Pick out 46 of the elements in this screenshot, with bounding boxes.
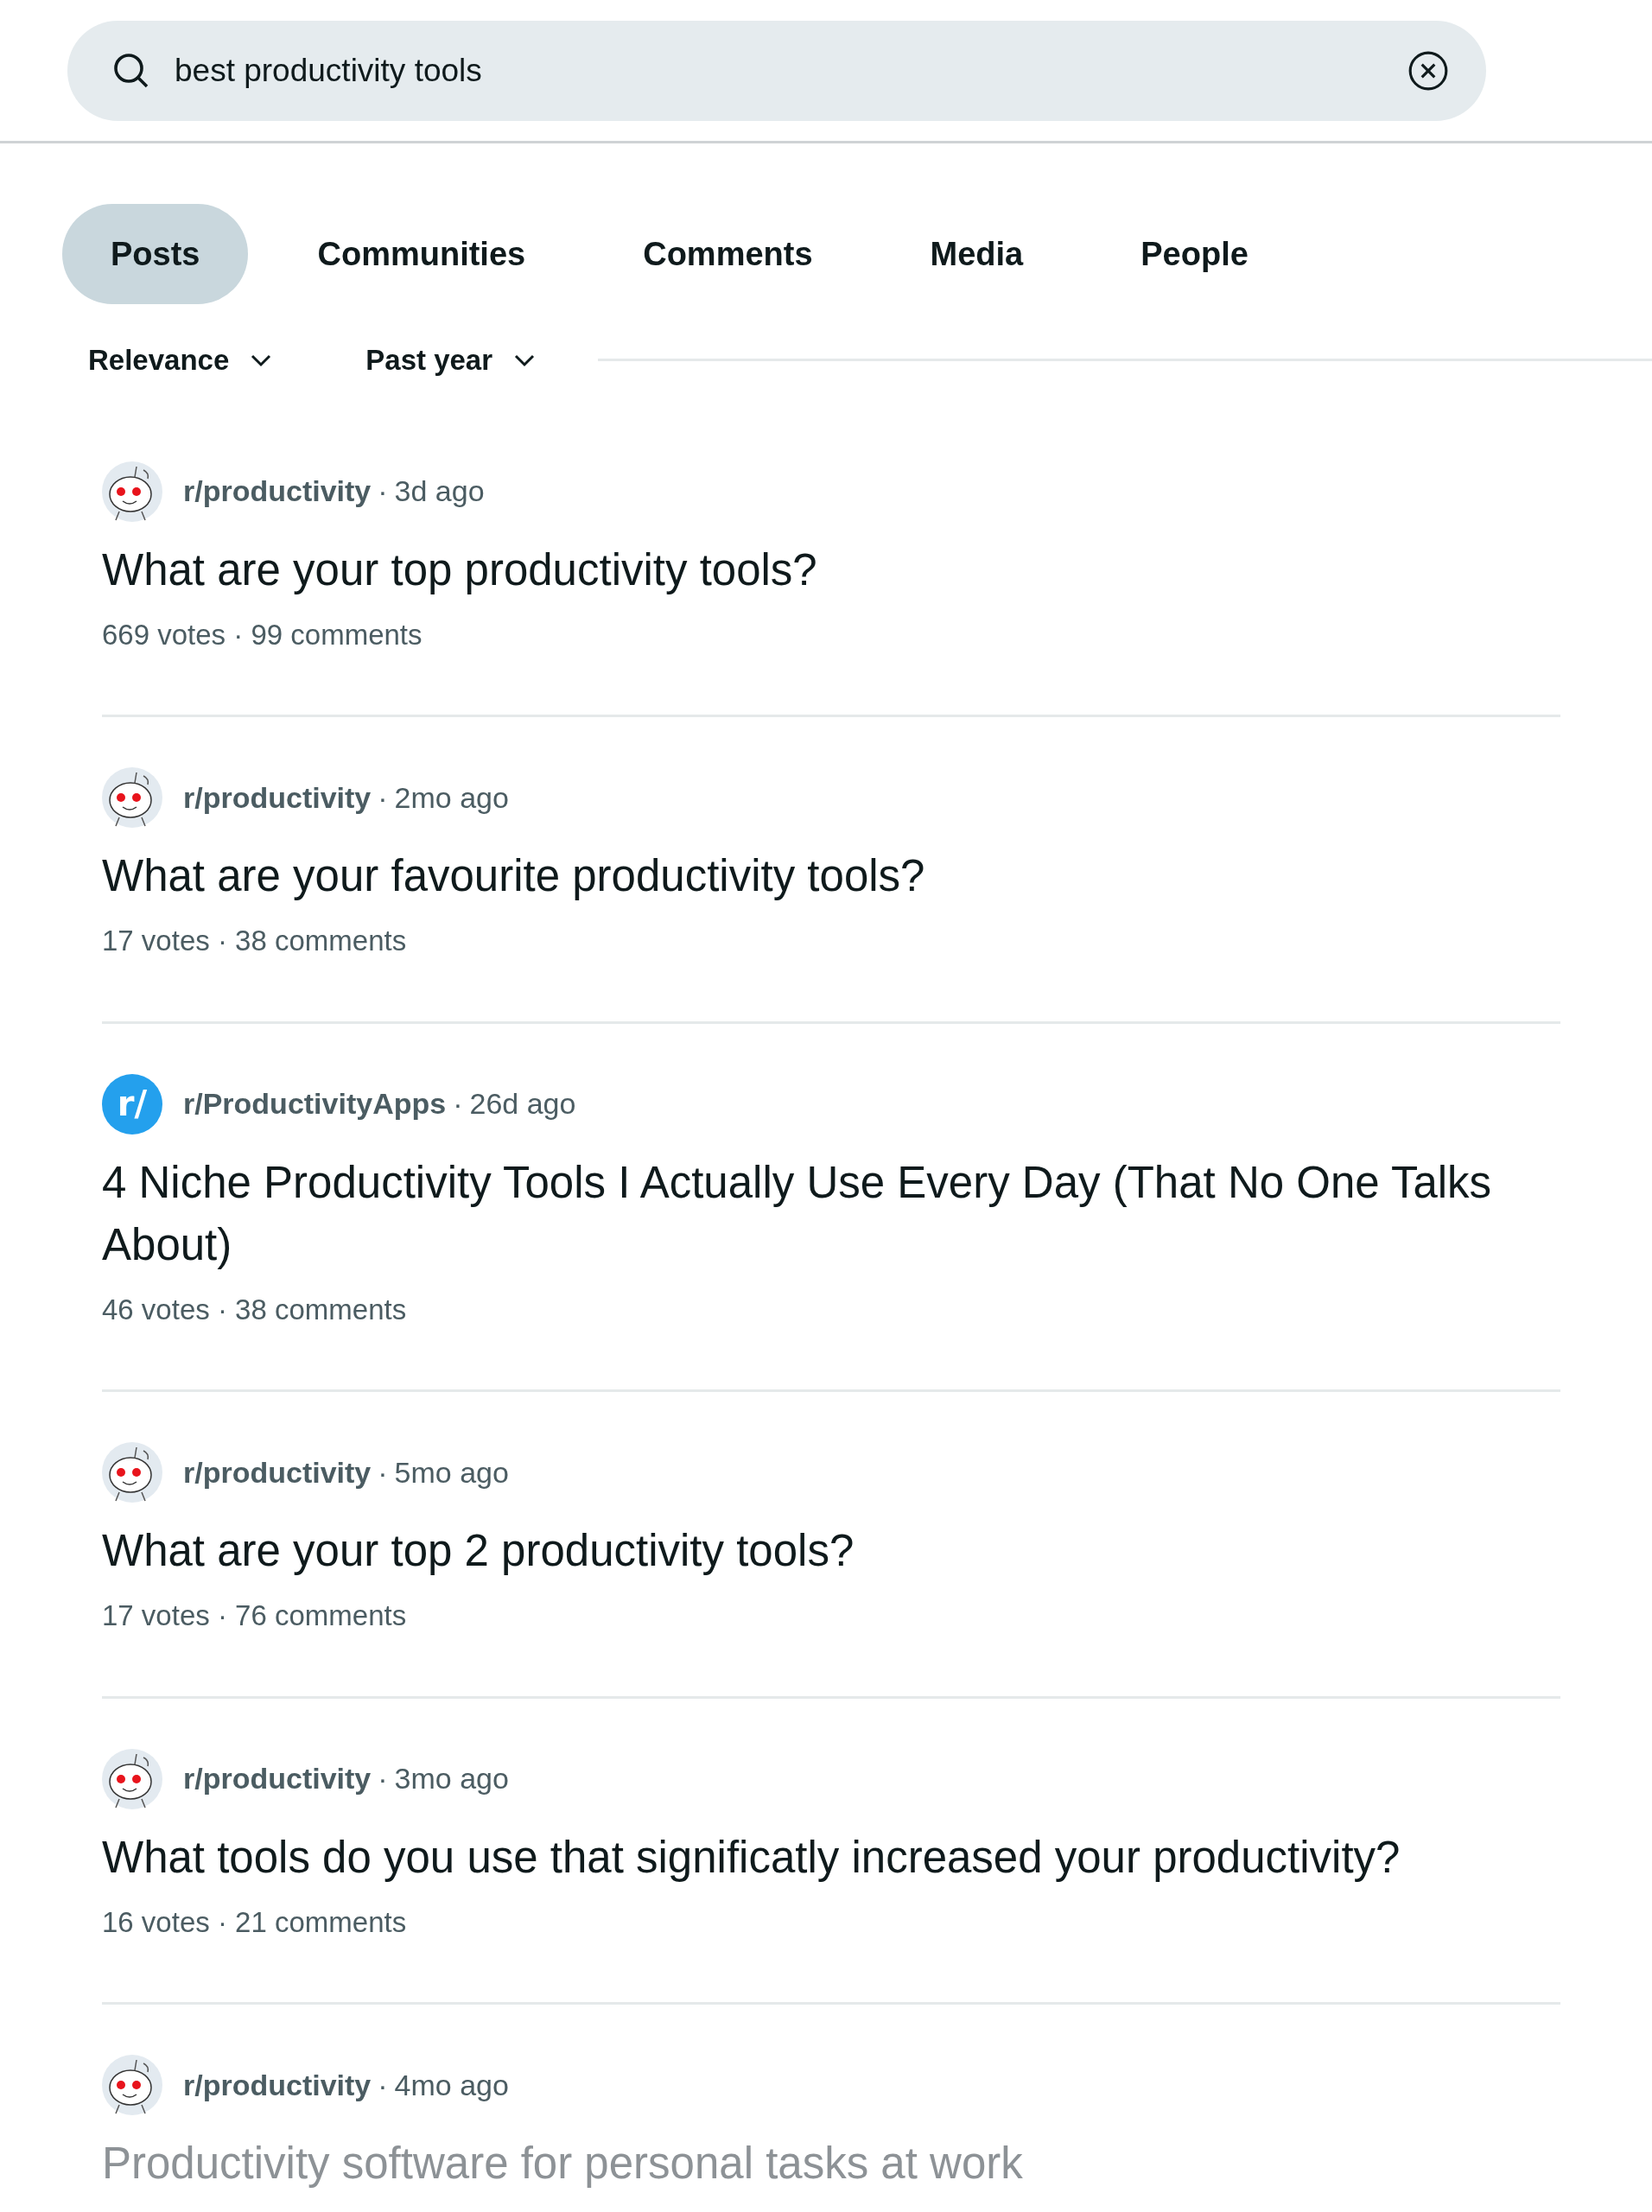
tab[interactable]: Media <box>881 204 1072 304</box>
filter-dropdown[interactable]: Relevance <box>67 339 294 382</box>
robot-avatar-icon <box>102 767 162 828</box>
separator-dot: · <box>378 779 388 816</box>
post-age: 5mo ago <box>394 1454 509 1491</box>
community-avatar-icon: r/ <box>102 1073 162 1135</box>
post-title-link[interactable]: What are your top 2 productivity tools? <box>102 1520 1560 1582</box>
chevron-down-icon <box>513 353 537 367</box>
post-title-link[interactable]: What are your favourite productivity tools? <box>102 845 1560 907</box>
post-age: 4mo ago <box>394 2067 509 2103</box>
separator-dot: · <box>378 1761 388 1796</box>
tab[interactable]: Communities <box>269 204 575 304</box>
filter-dropdown[interactable]: Past year <box>345 339 557 382</box>
separator-dot: · <box>378 1454 388 1491</box>
tab[interactable]: People <box>1092 204 1297 304</box>
community-link[interactable]: r/ProductivityApps <box>183 1082 447 1126</box>
robot-avatar-icon <box>102 1748 162 1809</box>
post-title-link[interactable]: 4 Niche Productivity Tools I Actually Use Every Day (That No One Talks About) <box>102 1151 1560 1276</box>
post-stats: 17 votes · 76 comments <box>102 1599 408 1633</box>
post-title-link[interactable]: What are your top productivity tools? <box>102 538 1560 601</box>
post-stats: 16 votes · 21 comments <box>102 1904 408 1940</box>
search-input[interactable]: best productivity tools <box>173 46 1386 96</box>
search-field[interactable]: best productivity tools <box>67 21 1486 121</box>
post-stats: 17 votes · 38 comments <box>102 924 408 958</box>
community-link[interactable]: r/productivity <box>183 1757 372 1801</box>
tab[interactable]: Comments <box>594 204 861 304</box>
separator-dot: · <box>378 2067 388 2103</box>
post-stats: 669 votes · 99 comments <box>102 617 423 652</box>
separator-dot: · <box>453 1086 463 1122</box>
post-age: 26d ago <box>469 1086 576 1122</box>
post-title-link[interactable]: What tools do you use that significatly increased your productivity? <box>102 1826 1560 1889</box>
robot-avatar-icon <box>102 461 162 522</box>
clear-icon[interactable] <box>1407 49 1450 92</box>
community-link[interactable]: r/productivity <box>183 469 372 513</box>
robot-avatar-icon <box>102 1442 162 1503</box>
community-link[interactable]: r/productivity <box>183 2063 372 2107</box>
post-age: 3d ago <box>394 474 485 509</box>
robot-avatar-icon <box>102 2055 162 2115</box>
chevron-down-icon <box>250 353 273 367</box>
post-age: 3mo ago <box>394 1761 509 1796</box>
community-link[interactable]: r/productivity <box>183 1450 372 1495</box>
tab[interactable]: Posts <box>62 204 249 304</box>
post-stats: 46 votes · 38 comments <box>102 1292 408 1327</box>
post-age: 2mo ago <box>394 779 509 816</box>
community-link[interactable]: r/productivity <box>183 775 372 820</box>
separator-dot: · <box>378 474 388 509</box>
